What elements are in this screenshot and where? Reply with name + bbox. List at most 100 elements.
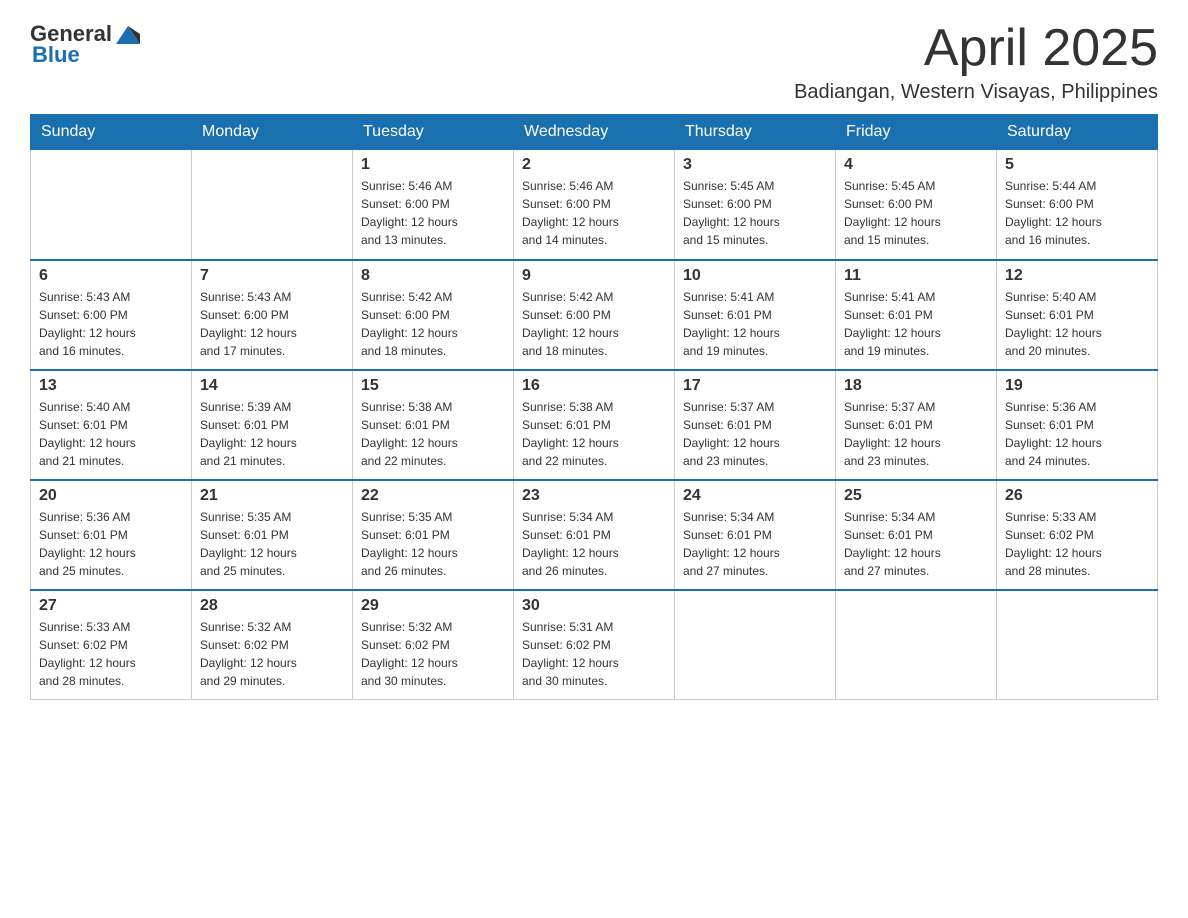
calendar-cell: 8 Sunrise: 5:42 AM Sunset: 6:00 PM Daylig… bbox=[353, 260, 514, 370]
day-info: Sunrise: 5:42 AM Sunset: 6:00 PM Dayligh… bbox=[361, 288, 505, 360]
weekday-header-saturday: Saturday bbox=[997, 115, 1158, 150]
logo-icon bbox=[114, 20, 142, 48]
location-title: Badiangan, Western Visayas, Philippines bbox=[794, 81, 1158, 104]
calendar-cell: 11 Sunrise: 5:41 AM Sunset: 6:01 PM Dayli… bbox=[836, 260, 997, 370]
day-number: 4 bbox=[844, 156, 988, 174]
day-number: 21 bbox=[200, 487, 344, 505]
calendar-cell: 25Sunrise: 5:34 AM Sunset: 6:01 PM Dayli… bbox=[836, 480, 997, 590]
day-number: 14 bbox=[200, 377, 344, 395]
calendar-cell bbox=[675, 590, 836, 700]
calendar-week-row: 13 Sunrise: 5:40 AM Sunset: 6:01 PM Dayli… bbox=[31, 370, 1158, 480]
day-info: Sunrise: 5:35 AM Sunset: 6:01 PM Dayligh… bbox=[200, 508, 344, 580]
day-number: 25 bbox=[844, 487, 988, 505]
calendar-cell: 2 Sunrise: 5:46 AM Sunset: 6:00 PM Daylig… bbox=[514, 150, 675, 260]
day-info: Sunrise: 5:45 AM Sunset: 6:00 PM Dayligh… bbox=[844, 177, 988, 249]
calendar-week-row: 6 Sunrise: 5:43 AM Sunset: 6:00 PM Daylig… bbox=[31, 260, 1158, 370]
calendar-cell: 3 Sunrise: 5:45 AM Sunset: 6:00 PM Daylig… bbox=[675, 150, 836, 260]
day-number: 12 bbox=[1005, 267, 1149, 285]
day-info: Sunrise: 5:39 AM Sunset: 6:01 PM Dayligh… bbox=[200, 398, 344, 470]
calendar-week-row: 20Sunrise: 5:36 AM Sunset: 6:01 PM Dayli… bbox=[31, 480, 1158, 590]
calendar-cell: 5Sunrise: 5:44 AM Sunset: 6:00 PM Daylig… bbox=[997, 150, 1158, 260]
calendar-header-row: SundayMondayTuesdayWednesdayThursdayFrid… bbox=[31, 115, 1158, 150]
day-info: Sunrise: 5:36 AM Sunset: 6:01 PM Dayligh… bbox=[39, 508, 183, 580]
calendar-cell: 28 Sunrise: 5:32 AM Sunset: 6:02 PM Dayli… bbox=[192, 590, 353, 700]
calendar-cell: 24 Sunrise: 5:34 AM Sunset: 6:01 PM Dayli… bbox=[675, 480, 836, 590]
day-number: 18 bbox=[844, 377, 988, 395]
day-number: 24 bbox=[683, 487, 827, 505]
day-number: 28 bbox=[200, 597, 344, 615]
weekday-header-sunday: Sunday bbox=[31, 115, 192, 150]
calendar-cell: 16 Sunrise: 5:38 AM Sunset: 6:01 PM Dayli… bbox=[514, 370, 675, 480]
day-info: Sunrise: 5:41 AM Sunset: 6:01 PM Dayligh… bbox=[683, 288, 827, 360]
day-info: Sunrise: 5:32 AM Sunset: 6:02 PM Dayligh… bbox=[200, 618, 344, 690]
day-info: Sunrise: 5:40 AM Sunset: 6:01 PM Dayligh… bbox=[1005, 288, 1149, 360]
title-section: April 2025 Badiangan, Western Visayas, P… bbox=[794, 20, 1158, 104]
day-info: Sunrise: 5:46 AM Sunset: 6:00 PM Dayligh… bbox=[522, 177, 666, 249]
day-number: 13 bbox=[39, 377, 183, 395]
weekday-header-friday: Friday bbox=[836, 115, 997, 150]
weekday-header-thursday: Thursday bbox=[675, 115, 836, 150]
day-number: 30 bbox=[522, 597, 666, 615]
day-number: 9 bbox=[522, 267, 666, 285]
day-number: 17 bbox=[683, 377, 827, 395]
calendar-cell bbox=[192, 150, 353, 260]
day-info: Sunrise: 5:38 AM Sunset: 6:01 PM Dayligh… bbox=[522, 398, 666, 470]
page-header: General Blue April 2025 Badiangan, Weste… bbox=[30, 20, 1158, 104]
calendar-cell: 10Sunrise: 5:41 AM Sunset: 6:01 PM Dayli… bbox=[675, 260, 836, 370]
calendar-cell: 26 Sunrise: 5:33 AM Sunset: 6:02 PM Dayli… bbox=[997, 480, 1158, 590]
day-number: 26 bbox=[1005, 487, 1149, 505]
calendar-cell: 27 Sunrise: 5:33 AM Sunset: 6:02 PM Dayli… bbox=[31, 590, 192, 700]
day-number: 3 bbox=[683, 156, 827, 174]
calendar-cell: 12 Sunrise: 5:40 AM Sunset: 6:01 PM Dayli… bbox=[997, 260, 1158, 370]
calendar-cell: 30 Sunrise: 5:31 AM Sunset: 6:02 PM Dayli… bbox=[514, 590, 675, 700]
calendar-cell: 29Sunrise: 5:32 AM Sunset: 6:02 PM Dayli… bbox=[353, 590, 514, 700]
day-info: Sunrise: 5:42 AM Sunset: 6:00 PM Dayligh… bbox=[522, 288, 666, 360]
day-info: Sunrise: 5:33 AM Sunset: 6:02 PM Dayligh… bbox=[39, 618, 183, 690]
logo: General Blue bbox=[30, 20, 142, 68]
calendar-cell bbox=[836, 590, 997, 700]
day-number: 6 bbox=[39, 267, 183, 285]
day-info: Sunrise: 5:34 AM Sunset: 6:01 PM Dayligh… bbox=[522, 508, 666, 580]
day-info: Sunrise: 5:34 AM Sunset: 6:01 PM Dayligh… bbox=[683, 508, 827, 580]
calendar-cell: 20Sunrise: 5:36 AM Sunset: 6:01 PM Dayli… bbox=[31, 480, 192, 590]
day-info: Sunrise: 5:40 AM Sunset: 6:01 PM Dayligh… bbox=[39, 398, 183, 470]
day-info: Sunrise: 5:45 AM Sunset: 6:00 PM Dayligh… bbox=[683, 177, 827, 249]
day-info: Sunrise: 5:41 AM Sunset: 6:01 PM Dayligh… bbox=[844, 288, 988, 360]
calendar-cell: 7 Sunrise: 5:43 AM Sunset: 6:00 PM Daylig… bbox=[192, 260, 353, 370]
calendar-cell: 17 Sunrise: 5:37 AM Sunset: 6:01 PM Dayli… bbox=[675, 370, 836, 480]
day-info: Sunrise: 5:44 AM Sunset: 6:00 PM Dayligh… bbox=[1005, 177, 1149, 249]
day-number: 19 bbox=[1005, 377, 1149, 395]
calendar-cell bbox=[31, 150, 192, 260]
day-number: 8 bbox=[361, 267, 505, 285]
day-info: Sunrise: 5:31 AM Sunset: 6:02 PM Dayligh… bbox=[522, 618, 666, 690]
day-number: 7 bbox=[200, 267, 344, 285]
calendar-cell: 21 Sunrise: 5:35 AM Sunset: 6:01 PM Dayli… bbox=[192, 480, 353, 590]
day-number: 27 bbox=[39, 597, 183, 615]
weekday-header-monday: Monday bbox=[192, 115, 353, 150]
day-number: 11 bbox=[844, 267, 988, 285]
day-info: Sunrise: 5:43 AM Sunset: 6:00 PM Dayligh… bbox=[39, 288, 183, 360]
month-title: April 2025 bbox=[794, 20, 1158, 77]
calendar-week-row: 1 Sunrise: 5:46 AM Sunset: 6:00 PM Daylig… bbox=[31, 150, 1158, 260]
weekday-header-wednesday: Wednesday bbox=[514, 115, 675, 150]
day-number: 23 bbox=[522, 487, 666, 505]
day-info: Sunrise: 5:33 AM Sunset: 6:02 PM Dayligh… bbox=[1005, 508, 1149, 580]
calendar-cell: 23 Sunrise: 5:34 AM Sunset: 6:01 PM Dayli… bbox=[514, 480, 675, 590]
day-info: Sunrise: 5:37 AM Sunset: 6:01 PM Dayligh… bbox=[683, 398, 827, 470]
calendar-cell: 14 Sunrise: 5:39 AM Sunset: 6:01 PM Dayli… bbox=[192, 370, 353, 480]
day-info: Sunrise: 5:35 AM Sunset: 6:01 PM Dayligh… bbox=[361, 508, 505, 580]
day-number: 1 bbox=[361, 156, 505, 174]
day-info: Sunrise: 5:43 AM Sunset: 6:00 PM Dayligh… bbox=[200, 288, 344, 360]
day-number: 15 bbox=[361, 377, 505, 395]
day-number: 2 bbox=[522, 156, 666, 174]
weekday-header-tuesday: Tuesday bbox=[353, 115, 514, 150]
calendar-cell: 18 Sunrise: 5:37 AM Sunset: 6:01 PM Dayli… bbox=[836, 370, 997, 480]
day-info: Sunrise: 5:38 AM Sunset: 6:01 PM Dayligh… bbox=[361, 398, 505, 470]
day-info: Sunrise: 5:37 AM Sunset: 6:01 PM Dayligh… bbox=[844, 398, 988, 470]
day-info: Sunrise: 5:32 AM Sunset: 6:02 PM Dayligh… bbox=[361, 618, 505, 690]
calendar-cell: 1Sunrise: 5:46 AM Sunset: 6:00 PM Daylig… bbox=[353, 150, 514, 260]
day-number: 16 bbox=[522, 377, 666, 395]
calendar-cell: 15 Sunrise: 5:38 AM Sunset: 6:01 PM Dayli… bbox=[353, 370, 514, 480]
calendar-cell: 9 Sunrise: 5:42 AM Sunset: 6:00 PM Daylig… bbox=[514, 260, 675, 370]
calendar-cell: 6 Sunrise: 5:43 AM Sunset: 6:00 PM Daylig… bbox=[31, 260, 192, 370]
